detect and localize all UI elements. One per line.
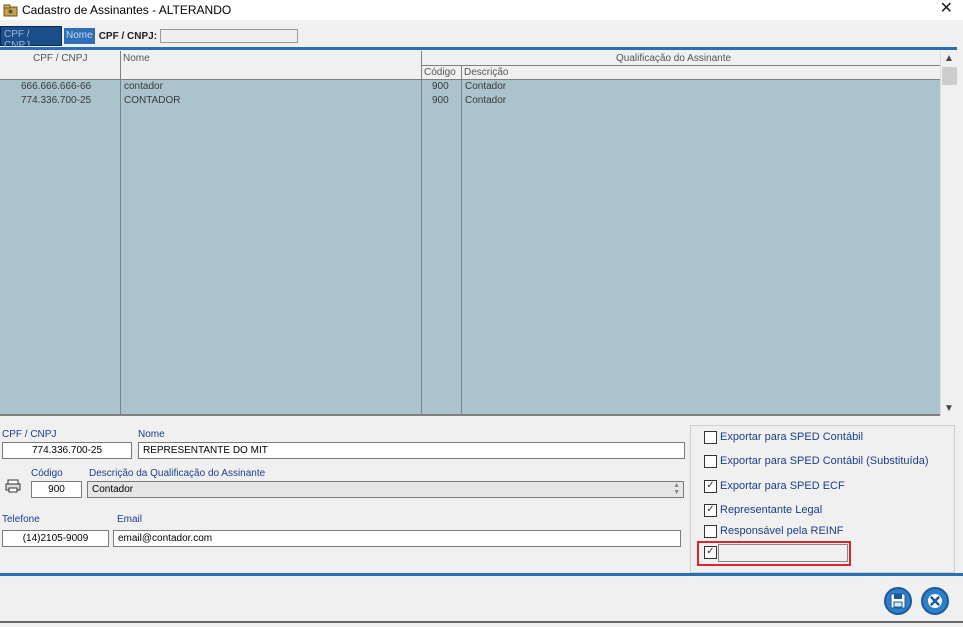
cell-descricao: Contador	[465, 95, 507, 106]
tab-nome[interactable]: Nome	[64, 28, 95, 44]
check-icon[interactable]: ✓	[704, 479, 717, 493]
search-label: CPF / CNPJ:	[98, 30, 158, 42]
highlight-box	[697, 541, 851, 566]
chevron-up-icon[interactable]: ▲	[944, 53, 954, 64]
search-bar: CPF / CNPJ Nome CPF / CNPJ:	[0, 26, 963, 51]
cell-codigo: 900	[432, 81, 449, 92]
table-row[interactable]: 774.336.700-25 CONTADOR 900 Contador	[0, 95, 940, 109]
printer-icon[interactable]	[5, 479, 21, 493]
checkbox-empty[interactable]	[704, 454, 717, 468]
checkbox-label: Exportar para SPED Contábil	[720, 431, 864, 443]
grid-header: CPF / CNPJ Nome Qualificação do Assinant…	[0, 51, 940, 80]
codigo-field[interactable]: 900	[31, 481, 82, 498]
checkbox-row[interactable]: ✓ Exportar para SPED ECF	[704, 478, 845, 494]
descricao-label: Descrição da Qualificação do Assinante	[89, 468, 266, 479]
header-descricao[interactable]: Descrição	[464, 67, 508, 78]
cell-nome: contador	[124, 81, 163, 92]
cell-descricao: Contador	[465, 81, 507, 92]
checkbox-row[interactable]: Exportar para SPED Contábil (Substituída…	[704, 453, 929, 469]
descricao-value: Contador	[92, 484, 134, 495]
header-nome[interactable]: Nome	[123, 53, 150, 64]
descricao-field: Contador ▲ ▼	[87, 481, 684, 498]
window-title: Cadastro de Assinantes - ALTERANDO	[22, 3, 232, 17]
cell-nome: CONTADOR	[124, 95, 181, 106]
checkbox-empty[interactable]	[704, 524, 717, 538]
cell-codigo: 900	[432, 95, 449, 106]
save-icon	[890, 593, 906, 609]
check-icon[interactable]: ✓	[704, 503, 717, 517]
table-row[interactable]: 666.666.666-66 contador 900 Contador	[0, 81, 940, 95]
spin-icon[interactable]: ▲ ▼	[673, 482, 680, 496]
cancel-button[interactable]	[921, 587, 949, 615]
save-button[interactable]	[884, 587, 912, 615]
chevron-down-icon[interactable]: ▼	[944, 403, 954, 414]
divider	[0, 47, 957, 50]
checkbox-label: Representante Legal	[720, 504, 823, 516]
cell-cpf: 774.336.700-25	[21, 95, 92, 106]
checkbox-row[interactable]: ✓ Representante Legal	[704, 502, 822, 518]
key-folder-icon	[2, 3, 18, 17]
nome-label: Nome	[138, 429, 165, 440]
bottom-rule	[0, 621, 963, 623]
telefone-label: Telefone	[2, 514, 40, 525]
assinantes-grid[interactable]: CPF / CNPJ Nome Qualificação do Assinant…	[0, 51, 957, 416]
header-cpf[interactable]: CPF / CNPJ	[33, 53, 87, 64]
cancel-icon	[928, 594, 942, 608]
cell-cpf: 666.666.666-66	[21, 81, 92, 92]
search-input[interactable]	[160, 29, 299, 43]
header-subdivider	[421, 65, 940, 66]
email-field[interactable]: email@contador.com	[113, 530, 681, 547]
checkbox-label: Responsável pela REINF	[720, 525, 844, 537]
cpf-field[interactable]: 774.336.700-25	[2, 442, 132, 459]
telefone-field[interactable]: (14)2105-9009	[2, 530, 109, 547]
nome-field[interactable]: REPRESENTANTE DO MIT	[138, 442, 685, 459]
divider	[0, 573, 963, 576]
tab-cpf[interactable]: CPF / CNPJ	[0, 26, 62, 51]
cpf-label: CPF / CNPJ	[2, 429, 57, 440]
email-label: Email	[117, 514, 143, 525]
checkbox-empty[interactable]	[704, 430, 717, 444]
col-divider	[461, 65, 462, 416]
close-icon[interactable]: ✕	[940, 0, 953, 18]
vertical-scrollbar[interactable]: ▲ ▼	[940, 51, 957, 416]
title-bar: Cadastro de Assinantes - ALTERANDO ✕	[0, 0, 963, 20]
header-codigo[interactable]: Código	[424, 67, 456, 78]
codigo-label: Código	[31, 468, 63, 479]
checkbox-row[interactable]: Responsável pela REINF	[704, 523, 844, 539]
header-qualificacao: Qualificação do Assinante	[616, 53, 732, 64]
checkbox-label: Exportar para SPED Contábil (Substituída…	[720, 455, 929, 467]
checkbox-label: Exportar para SPED ECF	[720, 480, 845, 492]
main-window: CPF / CNPJ Nome CPF / CNPJ: CPF / CNPJ N…	[0, 20, 963, 627]
scroll-thumb[interactable]	[942, 67, 957, 85]
checkbox-row[interactable]: Exportar para SPED Contábil	[704, 429, 863, 445]
